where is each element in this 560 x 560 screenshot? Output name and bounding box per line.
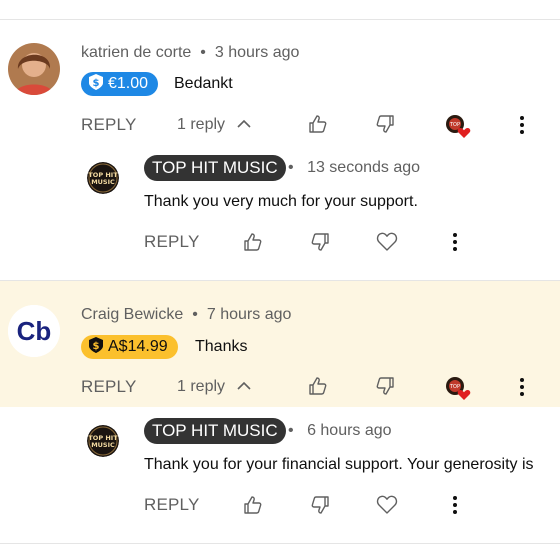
comment-author[interactable]: katrien de corte	[81, 44, 191, 61]
donation-amount: €1.00	[108, 75, 149, 92]
svg-text:$: $	[93, 78, 100, 89]
reply-text: Thank you very much for your support.	[144, 193, 418, 210]
separator-dot: •	[200, 44, 206, 61]
logo-line-2: MUSIC	[91, 441, 115, 449]
heart-icon[interactable]	[376, 494, 398, 514]
channel-avatar[interactable]: TOP HIT MUSIC	[87, 162, 119, 194]
reply-button[interactable]: REPLY	[81, 377, 137, 397]
like-icon[interactable]	[308, 114, 328, 134]
reply-meta: • 13 seconds ago	[288, 159, 420, 177]
reply-time[interactable]: 6 hours ago	[307, 422, 392, 439]
creator-heart-icon[interactable]: TOP	[445, 114, 471, 140]
reply-author: TOP HIT MUSIC	[152, 158, 278, 177]
dislike-icon[interactable]	[375, 376, 395, 396]
more-vert-icon[interactable]	[452, 495, 458, 515]
comment-text: Bedankt	[174, 75, 233, 92]
reply-button[interactable]: REPLY	[144, 495, 200, 515]
separator-dot: •	[288, 422, 294, 439]
svg-text:$: $	[93, 341, 100, 352]
replies-toggle[interactable]: 1 reply	[177, 116, 251, 134]
donation-amount: A$14.99	[108, 338, 168, 355]
dislike-icon[interactable]	[310, 232, 330, 252]
dislike-icon[interactable]	[375, 114, 395, 134]
reply-button[interactable]: REPLY	[144, 232, 200, 252]
owner-author-badge[interactable]: TOP HIT MUSIC	[144, 418, 286, 444]
separator-dot: •	[192, 306, 198, 323]
like-icon[interactable]	[243, 232, 263, 252]
creator-heart-icon[interactable]: TOP	[445, 376, 471, 402]
more-vert-icon[interactable]	[519, 377, 525, 397]
avatar[interactable]	[8, 43, 60, 95]
replies-toggle[interactable]: 1 reply	[177, 378, 251, 396]
reply-text: Thank you for your financial support. Yo…	[144, 456, 534, 473]
channel-avatar[interactable]: TOP HIT MUSIC	[87, 425, 119, 457]
avatar-initials: Cb	[17, 316, 52, 346]
more-vert-icon[interactable]	[452, 232, 458, 252]
logo-line-2: MUSIC	[91, 178, 115, 186]
dislike-icon[interactable]	[310, 495, 330, 515]
top-divider	[0, 19, 560, 20]
comment-text: Thanks	[195, 338, 248, 355]
owner-author-badge[interactable]: TOP HIT MUSIC	[144, 155, 286, 181]
replies-count: 1 reply	[177, 378, 226, 395]
coin-icon: $	[89, 336, 103, 358]
reply-time[interactable]: 13 seconds ago	[307, 159, 420, 176]
heart-icon[interactable]	[376, 231, 398, 251]
coin-icon: $	[89, 73, 103, 95]
separator-dot: •	[288, 159, 294, 176]
svg-text:TOP: TOP	[449, 384, 460, 390]
more-vert-icon[interactable]	[519, 115, 525, 135]
reply-author: TOP HIT MUSIC	[152, 421, 278, 440]
reply-button[interactable]: REPLY	[81, 115, 137, 135]
comment-meta: katrien de corte • 3 hours ago	[81, 44, 299, 62]
comment-author[interactable]: Craig Bewicke	[81, 306, 183, 323]
like-icon[interactable]	[308, 376, 328, 396]
super-thanks-badge: $ A$14.99	[81, 335, 178, 359]
comment-time[interactable]: 3 hours ago	[215, 44, 300, 61]
bottom-divider	[0, 543, 560, 544]
svg-text:TOP: TOP	[449, 122, 460, 128]
replies-count: 1 reply	[177, 116, 226, 133]
super-thanks-badge: $ €1.00	[81, 72, 159, 96]
comment-meta: Craig Bewicke • 7 hours ago	[81, 306, 291, 324]
chevron-up-icon	[237, 378, 251, 396]
comment-time[interactable]: 7 hours ago	[207, 306, 292, 323]
like-icon[interactable]	[243, 495, 263, 515]
avatar[interactable]: Cb	[8, 305, 60, 357]
chevron-up-icon	[237, 116, 251, 134]
reply-meta: • 6 hours ago	[288, 422, 392, 440]
